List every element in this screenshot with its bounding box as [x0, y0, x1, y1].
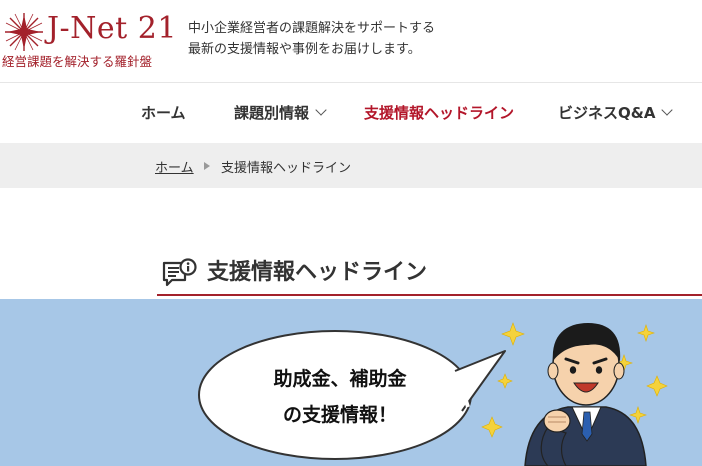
breadcrumb-home-link[interactable]: ホーム	[155, 157, 194, 176]
site-description: 中小企業経営者の課題解決をサポートする 最新の支援情報や事例をお届けします。	[188, 18, 435, 60]
logo-tagline: 経営課題を解決する羅針盤	[2, 54, 153, 69]
nav-item-label: ビジネスQ&A	[558, 104, 656, 122]
nav-item-support-headlines[interactable]: 支援情報ヘッドライン	[364, 103, 514, 123]
banner-line: 助成金、補助金	[273, 368, 407, 390]
info-board-icon	[162, 258, 197, 287]
nav-item-home[interactable]: ホーム	[141, 103, 186, 123]
page-title-block: 支援情報ヘッドライン	[157, 252, 702, 296]
subsidy-banner[interactable]: 助成金、補助金 の支援情報！	[0, 299, 702, 466]
nav-item-topics[interactable]: 課題別情報	[234, 103, 327, 123]
site-logo[interactable]: J-Net 21 経営課題を解決する羅針盤	[0, 4, 176, 76]
page-title: 支援情報ヘッドライン	[207, 260, 428, 285]
main-nav: ホーム 課題別情報 支援情報ヘッドライン ビジネスQ&A	[0, 83, 702, 143]
nav-item-business-qa[interactable]: ビジネスQ&A	[558, 103, 674, 123]
nav-item-label: 支援情報ヘッドライン	[364, 104, 515, 122]
banner-message: 助成金、補助金 の支援情報！	[240, 361, 440, 433]
chevron-down-icon	[661, 104, 674, 116]
site-header: J-Net 21 経営課題を解決する羅針盤 中小企業経営者の課題解決をサポートす…	[0, 0, 702, 83]
caret-right-icon	[204, 162, 210, 170]
breadcrumb: ホーム 支援情報ヘッドライン	[0, 143, 702, 188]
businessman-illustration	[524, 323, 647, 466]
logo-name: J-Net 21	[47, 11, 177, 46]
nav-item-label: ホーム	[141, 104, 186, 122]
nav-item-label: 課題別情報	[234, 104, 310, 122]
site-description-line: 最新の支援情報や事例をお届けします。	[188, 42, 421, 57]
breadcrumb-current: 支援情報ヘッドライン	[221, 161, 352, 176]
site-description-line: 中小企業経営者の課題解決をサポートする	[188, 21, 436, 36]
chevron-down-icon	[315, 104, 327, 116]
banner-line: の支援情報！	[282, 404, 397, 426]
compass-star-icon	[5, 13, 43, 51]
